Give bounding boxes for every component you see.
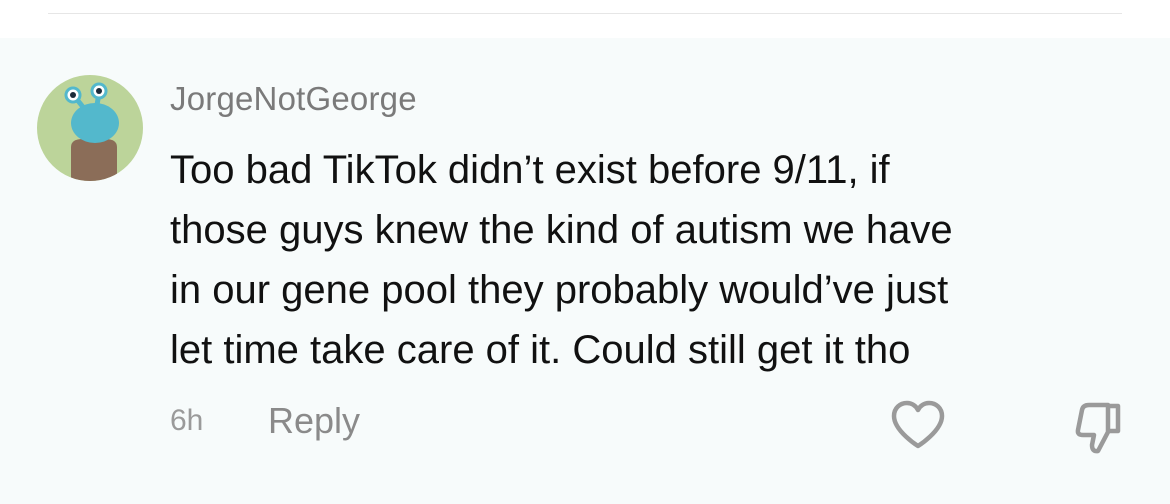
top-divider	[48, 13, 1122, 14]
username[interactable]: JorgeNotGeorge	[170, 80, 417, 118]
reply-button[interactable]: Reply	[268, 400, 360, 442]
comment-text-line: Too bad TikTok didn’t exist before 9/11,…	[170, 148, 890, 192]
like-button[interactable]	[890, 400, 946, 450]
thumbs-down-outline-icon	[1075, 402, 1121, 454]
comment-text-line: let time take care of it. Could still ge…	[170, 328, 911, 372]
avatar[interactable]	[37, 75, 143, 181]
timestamp: 6h	[170, 404, 204, 437]
comment-text-line: in our gene pool they probably would’ve …	[170, 268, 949, 312]
comment-text: Too bad TikTok didn’t exist before 9/11,…	[170, 140, 1130, 380]
comment-text-line: those guys knew the kind of autism we ha…	[170, 208, 953, 252]
avatar-image	[37, 75, 143, 181]
heart-outline-icon	[891, 400, 945, 449]
dislike-button[interactable]	[1070, 400, 1126, 456]
comment-item: JorgeNotGeorge Too bad TikTok didn’t exi…	[0, 38, 1170, 504]
